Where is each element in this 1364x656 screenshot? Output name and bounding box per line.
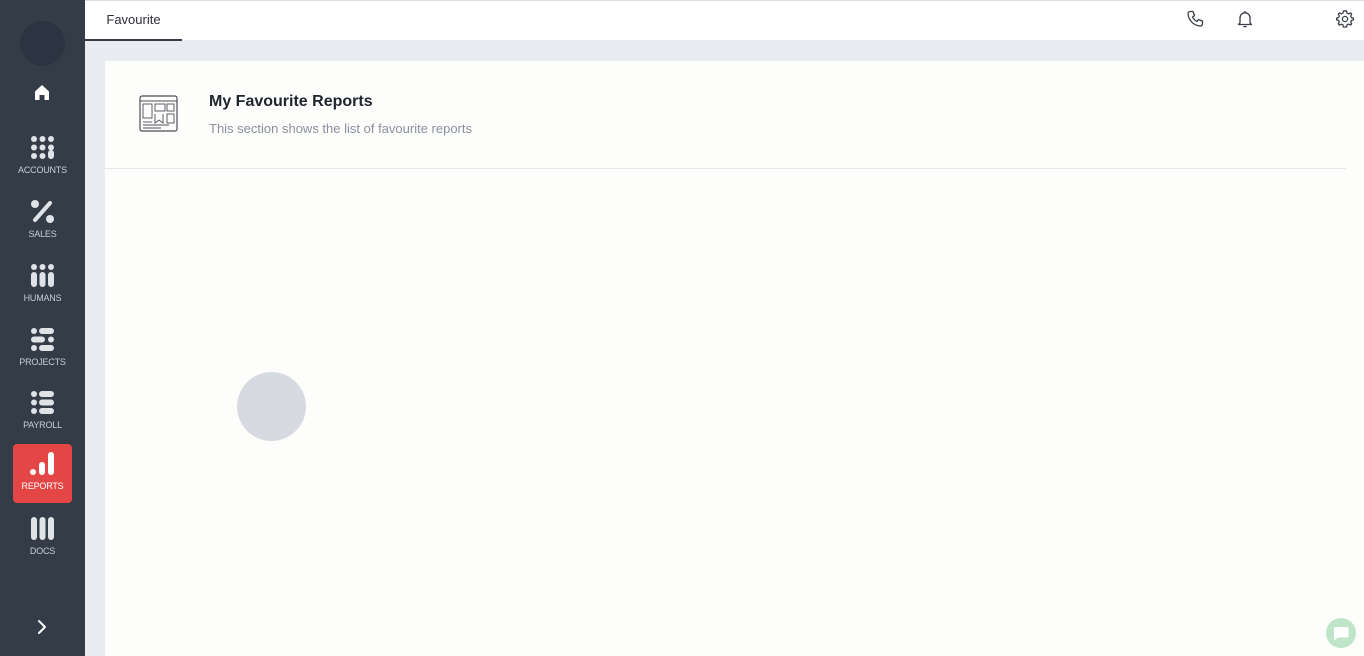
loading-placeholder xyxy=(237,372,306,441)
top-bar: Favourite xyxy=(85,0,1364,41)
divider xyxy=(105,168,1346,169)
gear-icon[interactable] xyxy=(1335,9,1355,29)
sidebar-item-payroll[interactable]: PAYROLL xyxy=(13,383,72,442)
docs-icon xyxy=(31,517,54,540)
humans-icon xyxy=(31,264,54,287)
phone-icon[interactable] xyxy=(1185,9,1205,29)
page-title: My Favourite Reports xyxy=(209,93,373,110)
sidebar-item-humans[interactable]: HUMANS xyxy=(13,256,72,315)
bell-icon[interactable] xyxy=(1235,9,1255,29)
sidebar-item-label: PROJECTS xyxy=(19,357,66,367)
sidebar-item-label: PAYROLL xyxy=(23,420,62,430)
sidebar-item-label: ACCOUNTS xyxy=(18,165,67,175)
sidebar-item-sales[interactable]: SALES xyxy=(13,192,72,251)
page-subtitle: This section shows the list of favourite… xyxy=(209,121,473,136)
chat-button[interactable] xyxy=(1326,618,1356,648)
sales-icon xyxy=(31,200,54,223)
sidebar-item-label: SALES xyxy=(28,229,57,239)
sidebar: ACCOUNTS SALES HUMANS PROJECTS PAYROLL R… xyxy=(0,0,85,656)
payroll-icon xyxy=(31,391,54,414)
home-icon[interactable] xyxy=(32,83,52,103)
sidebar-item-reports[interactable]: REPORTS xyxy=(13,444,72,503)
avatar[interactable] xyxy=(20,21,65,66)
sidebar-item-projects[interactable]: PROJECTS xyxy=(13,320,72,379)
chevron-right-icon[interactable] xyxy=(32,617,52,637)
report-illustration-icon xyxy=(139,95,178,132)
sidebar-item-label: DOCS xyxy=(29,546,56,556)
tab-favourite[interactable]: Favourite xyxy=(85,1,182,41)
chat-icon xyxy=(1334,627,1349,641)
reports-icon xyxy=(30,452,54,475)
sidebar-item-label: HUMANS xyxy=(23,293,62,303)
projects-icon xyxy=(31,328,54,351)
sidebar-item-label: REPORTS xyxy=(21,481,64,491)
sidebar-item-docs[interactable]: DOCS xyxy=(13,509,72,568)
main-panel: My Favourite Reports This section shows … xyxy=(105,61,1364,656)
accounts-icon xyxy=(31,136,54,159)
sidebar-item-accounts[interactable]: ACCOUNTS xyxy=(13,128,72,187)
